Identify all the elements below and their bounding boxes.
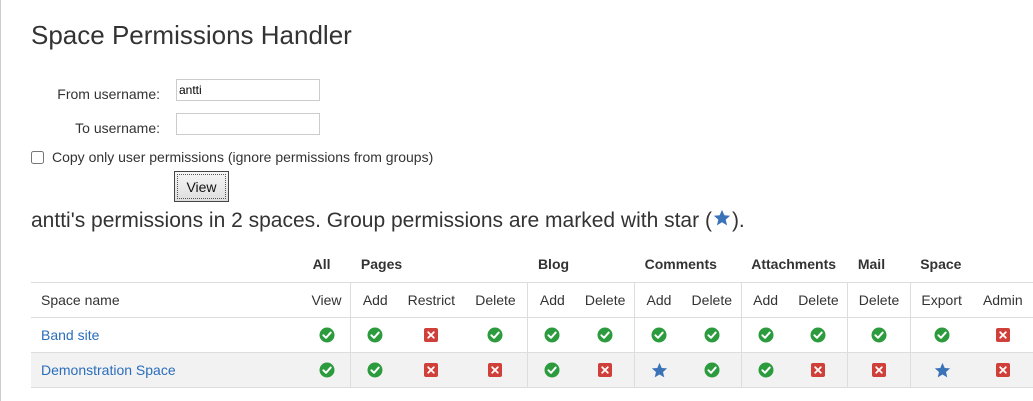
column-header-attachments-delete: Delete <box>789 282 848 318</box>
column-header-blog-add: Add <box>527 282 577 318</box>
to-username-label: To username: <box>75 120 160 136</box>
permission-cell <box>909 352 973 388</box>
check-icon <box>597 327 613 343</box>
permission-cell <box>302 352 351 388</box>
check-icon <box>810 327 826 343</box>
permission-cell <box>576 352 635 388</box>
check-icon <box>367 362 383 378</box>
summary-text-after: ). <box>731 209 745 232</box>
check-icon <box>758 327 774 343</box>
column-header-space-export: Export <box>909 282 973 318</box>
cross-icon <box>995 327 1011 343</box>
check-icon <box>487 327 503 343</box>
cross-icon <box>487 362 503 378</box>
permission-cell <box>789 317 848 353</box>
check-icon <box>651 327 667 343</box>
permission-cell <box>909 317 973 353</box>
copy-user-permissions-checkbox[interactable] <box>31 150 44 164</box>
group-header-blank <box>31 247 303 283</box>
column-header-pages-delete: Delete <box>463 282 528 318</box>
group-header-pages: Pages <box>350 247 528 283</box>
check-icon <box>544 362 560 378</box>
permission-cell <box>847 317 911 353</box>
permission-cell <box>302 317 351 353</box>
column-header-pages-restrict: Restrict <box>399 282 464 318</box>
permission-cell <box>847 352 911 388</box>
space-name-cell: Band site <box>31 317 303 353</box>
permission-cell <box>634 317 683 353</box>
column-header-pages-add: Add <box>350 282 400 318</box>
group-star-icon <box>713 209 731 233</box>
group-header-mail: Mail <box>847 247 911 283</box>
group-header-blog: Blog <box>527 247 635 283</box>
from-username-input[interactable] <box>176 79 320 101</box>
cross-icon <box>995 362 1011 378</box>
copy-user-permissions-label: Copy only user permissions (ignore permi… <box>52 149 434 165</box>
group-header-space: Space <box>910 247 1033 283</box>
check-icon <box>704 327 720 343</box>
check-icon <box>758 362 774 378</box>
cross-icon <box>810 362 826 378</box>
space-name-link[interactable]: Demonstration Space <box>41 362 176 378</box>
permission-cell <box>463 317 528 353</box>
star-icon <box>651 362 668 378</box>
cross-icon <box>423 362 439 378</box>
column-header-comments-add: Add <box>634 282 683 318</box>
check-icon <box>367 327 383 343</box>
from-username-label: From username: <box>57 86 160 102</box>
column-header-all-view: View <box>302 282 351 318</box>
check-icon <box>704 362 720 378</box>
check-icon <box>319 327 335 343</box>
group-header-comments: Comments <box>634 247 742 283</box>
space-name-cell: Demonstration Space <box>31 352 303 388</box>
group-header-all: All <box>302 247 351 283</box>
cross-icon <box>871 362 887 378</box>
permission-cell <box>527 317 577 353</box>
view-button[interactable]: View <box>174 171 229 202</box>
column-header-attachments-add: Add <box>740 282 790 318</box>
column-header-mail-delete: Delete <box>847 282 911 318</box>
check-icon <box>934 327 950 343</box>
page-title: Space Permissions Handler <box>31 20 352 50</box>
permissions-summary: antti's permissions in 2 spaces. Group p… <box>31 209 745 233</box>
cross-icon <box>597 362 613 378</box>
permission-cell <box>682 317 742 353</box>
table-row: Band site <box>31 317 1033 353</box>
page-left-border <box>0 0 1 401</box>
permission-cell <box>350 352 400 388</box>
column-header-space-name: Space name <box>31 282 303 318</box>
permission-cell <box>527 352 577 388</box>
table-row: Demonstration Space <box>31 352 1033 388</box>
permission-cell <box>399 352 464 388</box>
space-name-link[interactable]: Band site <box>41 327 99 343</box>
permission-cell <box>576 317 635 353</box>
permission-group-header-row: All Pages Blog Comments Attachments Mail… <box>31 247 1033 283</box>
permission-column-header-row: Space name View Add Restrict Delete Add … <box>31 282 1033 318</box>
column-header-blog-delete: Delete <box>576 282 635 318</box>
permission-cell <box>972 317 1033 353</box>
group-header-attachments: Attachments <box>741 247 848 283</box>
permission-cell <box>399 317 464 353</box>
permission-cell <box>740 352 790 388</box>
permission-cell <box>350 317 400 353</box>
check-icon <box>871 327 887 343</box>
permission-cell <box>972 352 1033 388</box>
column-header-space-admin: Admin <box>972 282 1033 318</box>
permission-cell <box>682 352 742 388</box>
check-icon <box>319 362 335 378</box>
permission-cell <box>634 352 683 388</box>
cross-icon <box>423 327 439 343</box>
summary-text-before: antti's permissions in 2 spaces. Group p… <box>31 209 712 232</box>
to-username-input[interactable] <box>176 113 320 135</box>
copy-user-permissions-option: Copy only user permissions (ignore permi… <box>31 149 433 165</box>
permissions-table: All Pages Blog Comments Attachments Mail… <box>31 247 1033 388</box>
permission-cell <box>789 352 848 388</box>
star-icon <box>934 362 950 378</box>
check-icon <box>544 327 560 343</box>
permission-cell <box>740 317 790 353</box>
permission-cell <box>463 352 528 388</box>
column-header-comments-delete: Delete <box>682 282 742 318</box>
